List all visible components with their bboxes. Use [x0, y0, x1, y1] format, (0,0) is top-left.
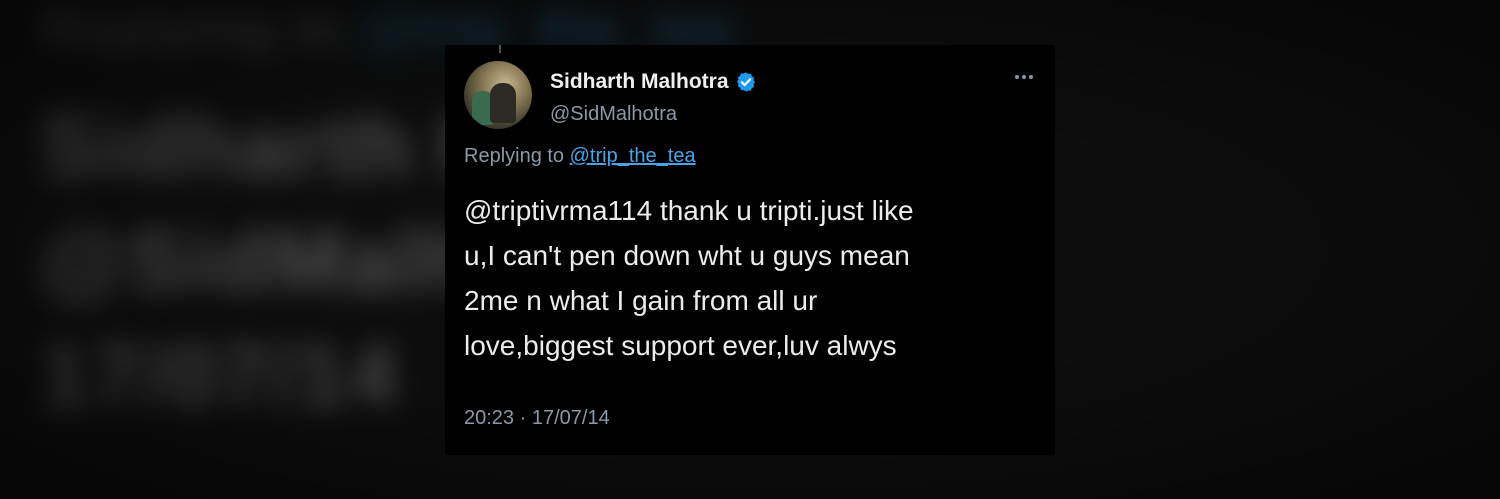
name-row: Sidharth Malhotra [550, 70, 757, 94]
avatar[interactable] [464, 61, 532, 129]
tweet-time: 20:23 [464, 407, 515, 429]
tweet-text: @triptivrma114 thank u tripti.just like … [464, 195, 914, 361]
tweet-date: 17/07/14 [531, 407, 610, 429]
verified-badge-icon [736, 72, 755, 92]
thread-connector [499, 45, 501, 53]
separator-dot: · [519, 407, 527, 429]
author-name[interactable]: Sidharth Malhotra [550, 70, 729, 94]
author-handle[interactable]: @SidMalhotra [550, 103, 677, 126]
tweet-card: Sidharth Malhotra @SidMalhotra Replying … [445, 45, 1055, 455]
replying-to-link[interactable]: @trip_the_tea [570, 145, 696, 167]
replying-to: Replying to @trip_the_tea [464, 145, 696, 168]
replying-prefix: Replying to [464, 145, 565, 167]
tweet-timestamp[interactable]: 20:23 · 17/07/14 [464, 407, 610, 430]
avatar-figure [490, 83, 516, 123]
more-options-icon[interactable] [1015, 75, 1033, 79]
tweet-header: Sidharth Malhotra @SidMalhotra [464, 61, 1035, 131]
